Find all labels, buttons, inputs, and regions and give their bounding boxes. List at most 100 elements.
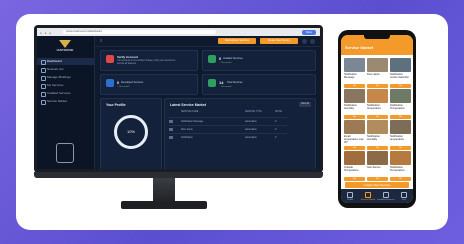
- get-service-button[interactable]: Get: [390, 115, 411, 119]
- tile-count: 0: [117, 80, 120, 85]
- service-name: Gas Sensor: [367, 166, 381, 169]
- profile-progress-ring: 10%: [114, 115, 148, 149]
- service-card[interactable]: Notification motion detection Get: [390, 58, 411, 88]
- sidebar-item-network-list[interactable]: Network List: [37, 66, 94, 73]
- tools-icon: [106, 79, 114, 87]
- certification-badge-icon: [56, 143, 74, 163]
- tab-dev[interactable]: Dev: [395, 192, 413, 202]
- get-service-button[interactable]: Get: [367, 84, 388, 88]
- get-service-button[interactable]: Get: [390, 146, 411, 150]
- service-card[interactable]: Notification Message Get: [344, 58, 365, 88]
- tile-subtitle: Your account is not verified. Please ver…: [117, 60, 176, 65]
- service-thumbnail: [169, 128, 173, 131]
- service-image: [367, 58, 388, 72]
- store-icon: [41, 100, 46, 105]
- developed-services-tile[interactable]: 0 Developed Services ↑ This month: [100, 74, 198, 95]
- service-card[interactable]: Notification temperature Get: [367, 89, 388, 119]
- warning-icon: [106, 55, 114, 63]
- stack-icon: [208, 79, 216, 87]
- address-bar[interactable]: portal.smartsensor.io/dashboard: [63, 30, 216, 34]
- avatar[interactable]: [310, 38, 315, 44]
- service-image: [367, 120, 388, 134]
- service-name: Email temperature max 30°: [344, 135, 364, 144]
- service-image: [390, 89, 411, 103]
- get-service-button[interactable]: Get: [367, 115, 388, 119]
- column-header: SERVICE TYPE: [245, 111, 262, 113]
- panel-title: Latest Service Market: [170, 103, 206, 107]
- get-service-button[interactable]: Get: [390, 177, 411, 181]
- marketplace-services-button[interactable]: Marketplace Services: [218, 38, 256, 44]
- tab-installed-services[interactable]: Installed Services: [377, 192, 395, 202]
- service-name: Notification temperature: [390, 135, 404, 141]
- service-card[interactable]: Email temperature max 30° Get: [344, 120, 365, 150]
- service-thumbnail: [169, 120, 173, 123]
- box-icon: [208, 55, 216, 63]
- installed-services-tile[interactable]: 0 Installed Services ↑ This month: [202, 50, 316, 71]
- building-icon: [41, 76, 46, 81]
- service-card[interactable]: Notification Temperature Get: [390, 89, 411, 119]
- brand-logo[interactable]: HUNTSWOOD: [51, 40, 79, 54]
- notification-icon[interactable]: [302, 38, 307, 44]
- total-services-tile[interactable]: 14 Total Services ↑ This month: [202, 74, 316, 95]
- create-new-service-button[interactable]: Create New Service: [345, 182, 409, 188]
- column-header: PRICE: [275, 111, 283, 113]
- profile-panel: Your Profile 10%: [100, 98, 162, 169]
- sidebar-item-manage-buildings[interactable]: Manage Buildings: [37, 74, 94, 81]
- get-service-button[interactable]: Get: [344, 146, 365, 150]
- top-bar: ≡ Marketplace Services Create New Servic…: [94, 36, 320, 47]
- tile-count: 14: [219, 80, 224, 85]
- sidebar-item-installed-services[interactable]: Installed Services: [37, 90, 94, 97]
- tab-service-market[interactable]: Service Market: [359, 192, 377, 202]
- phone-title: Service Market: [345, 45, 374, 50]
- window-controls-icon[interactable]: ● ● ●: [40, 31, 52, 35]
- monitor-stand: [153, 178, 175, 202]
- service-image: [390, 58, 411, 72]
- verify-account-tile[interactable]: Verify Account Your account is not verif…: [100, 50, 198, 71]
- monitor-chin: [34, 172, 323, 178]
- monitor-foot: [121, 201, 207, 209]
- browser-chrome: ● ● ● portal.smartsensor.io/dashboard St…: [37, 28, 320, 36]
- view-all-button[interactable]: View All: [299, 102, 311, 107]
- service-image: [367, 89, 388, 103]
- service-name: Notification temperature: [367, 104, 381, 110]
- get-service-button[interactable]: Get: [344, 115, 365, 119]
- sidebar-item-my-services[interactable]: My Services: [37, 82, 94, 89]
- tile-label: Total Services: [227, 80, 243, 84]
- column-header: SERVICE NAME: [181, 111, 199, 113]
- table-row[interactable]: Notification Message automation 0: [169, 117, 287, 125]
- create-new-service-button[interactable]: Create New Service: [260, 38, 298, 44]
- get-service-button[interactable]: Get: [344, 84, 365, 88]
- service-card[interactable]: Outside Temperature Get: [344, 151, 365, 181]
- tab-profile[interactable]: Profile: [341, 192, 359, 202]
- progress-percent: 10%: [126, 129, 135, 134]
- phone-screen: Service Market Notification Message Get Do…: [341, 35, 413, 203]
- service-card[interactable]: Notification Temperature Get: [390, 151, 411, 181]
- get-service-button[interactable]: Get: [367, 177, 388, 181]
- menu-toggle-icon[interactable]: ≡: [100, 38, 102, 43]
- brand-name: HUNTSWOOD: [56, 49, 74, 52]
- wrench-icon: [41, 84, 46, 89]
- bottom-tab-bar: Profile Service Market Installed Service…: [341, 189, 413, 203]
- service-image: [390, 120, 411, 134]
- service-image: [344, 120, 365, 134]
- store-icon: [365, 192, 371, 198]
- table-row[interactable]: Notification automation 0: [169, 133, 287, 141]
- get-service-button[interactable]: Get: [367, 146, 388, 150]
- get-service-button[interactable]: Get: [344, 177, 365, 181]
- browser-action-button[interactable]: Store: [302, 29, 316, 35]
- service-card[interactable]: Notification temperature Get: [390, 120, 411, 150]
- get-service-button[interactable]: Get: [390, 84, 411, 88]
- panel-title: Your Profile: [106, 103, 126, 107]
- sidebar-item-dashboard[interactable]: Dashboard: [37, 58, 94, 65]
- service-card[interactable]: Door alerts Get: [367, 58, 388, 88]
- service-image: [344, 89, 365, 103]
- person-icon: [347, 192, 353, 198]
- service-card[interactable]: Notification Humidity Get: [367, 120, 388, 150]
- service-card[interactable]: Gas Sensor Get: [367, 151, 388, 181]
- service-image: [390, 151, 411, 165]
- service-image: [367, 151, 388, 165]
- table-row[interactable]: Door alerts automation 0: [169, 125, 287, 133]
- box-icon: [383, 192, 389, 198]
- service-card[interactable]: Notification Humidity Get: [344, 89, 365, 119]
- sidebar-item-service-market[interactable]: Service Market: [37, 98, 94, 105]
